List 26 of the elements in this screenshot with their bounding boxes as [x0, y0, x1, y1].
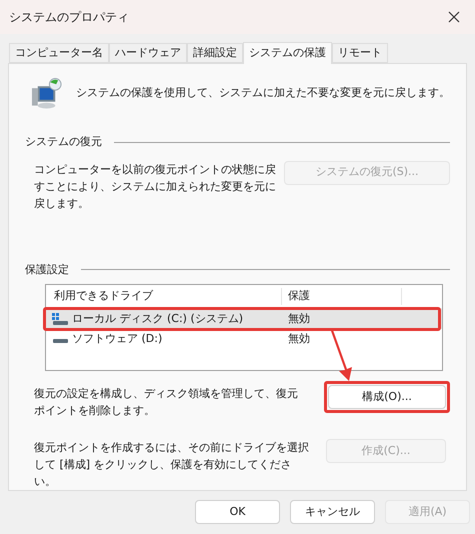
- drive-row[interactable]: ソフトウェア (D:) 無効: [46, 329, 442, 349]
- tab[interactable]: ハードウェア: [109, 43, 187, 63]
- dialog-button[interactable]: OK: [195, 500, 280, 524]
- configure-button[interactable]: 構成(O)...: [328, 385, 446, 409]
- configure-description: 復元の設定を構成し、ディスク領域を管理して、復元ポイントを削除します。: [34, 386, 299, 419]
- drive-name: ソフトウェア (D:): [72, 330, 162, 347]
- section-heading: システムの復元: [25, 134, 102, 150]
- create-description: 復元ポイントを作成するには、その前にドライブを選択して [構成] をクリックし、保護を有効にしてください。: [34, 440, 309, 490]
- dialog-button[interactable]: キャンセル: [290, 500, 375, 524]
- computer-icon: [31, 76, 62, 110]
- drive-row[interactable]: ローカル ディスク (C:) (システム) 無効: [46, 309, 442, 329]
- column-header[interactable]: 保護: [282, 288, 402, 305]
- window-title: システムのプロパティ: [9, 9, 129, 26]
- close-icon[interactable]: [448, 11, 460, 23]
- protection-status: 無効: [287, 330, 310, 347]
- tab[interactable]: コンピューター名: [9, 43, 109, 63]
- tab[interactable]: 詳細設定: [187, 43, 243, 63]
- intro-text: システムの保護を使用して、システムに加えた不要な変更を元に戻します。: [76, 84, 450, 101]
- protection-status: 無効: [287, 310, 310, 327]
- restore-description: コンピューターを以前の復元ポイントの状態に戻すことにより、システムに加えられた変更を元に戻します。: [34, 162, 277, 212]
- drive-name: ローカル ディスク (C:) (システム): [72, 310, 244, 327]
- drive-icon: [52, 313, 68, 325]
- column-header[interactable]: 利用できるドライブ: [46, 288, 282, 305]
- tab[interactable]: システムの保護: [243, 42, 332, 64]
- section-heading: 保護設定: [25, 262, 69, 278]
- tab[interactable]: リモート: [332, 43, 388, 63]
